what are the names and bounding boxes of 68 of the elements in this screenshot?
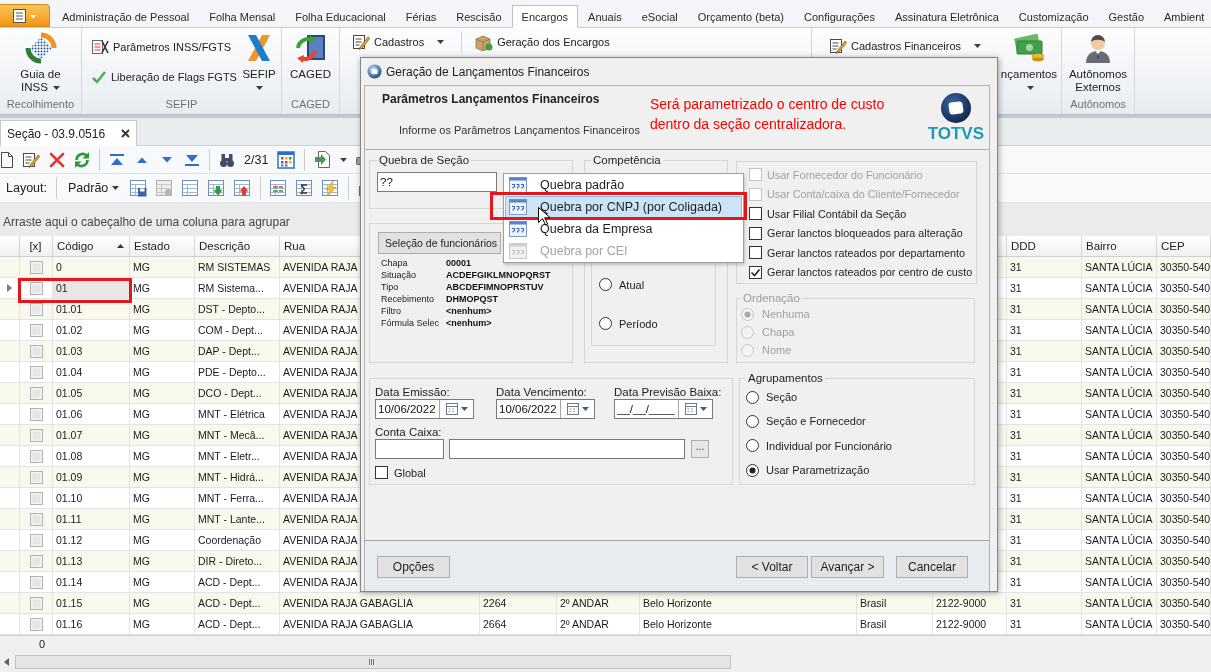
group-title: Competência — [592, 154, 662, 167]
group-label: CAGED — [289, 97, 332, 112]
field-value: 00001 — [446, 257, 473, 269]
toolbar-label: Layout: — [6, 181, 47, 195]
group-title: Agrupamentos — [747, 372, 824, 385]
dialog-subheading: Informe os Parâmetros Lançamentos Financeiros — [399, 124, 641, 137]
summary-value: 0 — [39, 638, 46, 650]
table-cell: 0 — [53, 257, 130, 278]
table-cell: AVENIDA RAJA — [283, 555, 358, 567]
group-label: SEFIP — [164, 97, 199, 112]
table-cell: AVENIDA RAJA — [283, 345, 358, 357]
option-label: Seção — [766, 391, 798, 404]
dialog-heading: Parâmetros Lançamentos Financeiros — [382, 92, 601, 106]
field-value: <nenhum> — [446, 305, 493, 317]
table-cell: AVENIDA RAJA — [283, 450, 358, 462]
group-label: Autônomos — [1069, 97, 1127, 112]
group-label: Recolhimento — [5, 97, 76, 112]
checkbox-label: Gerar lanctos rateados por centro de custo — [767, 266, 973, 279]
table-cell: AVENIDA RAJA — [283, 513, 358, 525]
field-label: Data Vencimento: — [496, 386, 588, 399]
field-label: Recebimento — [381, 293, 436, 305]
group-title: Ordenação — [742, 292, 801, 305]
option-label: Seção e Fornecedor — [766, 415, 866, 428]
field-label: Conta Caixa: — [375, 426, 442, 439]
option-label: Nenhuma — [762, 308, 810, 320]
field-label: Filtro — [381, 305, 402, 317]
field-label: Data Emissão: — [375, 386, 451, 399]
logo-text: TOTVS — [927, 125, 984, 143]
checkbox-label: Usar Filial Contábil da Seção — [767, 207, 907, 220]
table-cell: AVENIDA RAJA GABAGLIA — [283, 597, 413, 609]
checkbox-label: Usar Fornecedor do Funcionário — [767, 168, 923, 181]
field-value: ABCDEFIMNOPRSTUV — [446, 281, 545, 293]
table-cell: AVENIDA RAJA — [283, 408, 358, 420]
checkbox-label: Usar Conta/caixa do Cliente/Fornecedor — [767, 188, 960, 201]
field-label: Data Previsão Baixa: — [614, 386, 723, 399]
table-cell: AVENIDA RAJA GABAGLIA — [283, 618, 413, 630]
checkbox-label: Gerar lanctos bloqueados para alteração — [767, 227, 963, 240]
table-cell: AVENIDA RAJA — [283, 366, 358, 378]
table-cell: AVENIDA RAJA — [283, 429, 358, 441]
table-cell: AVENIDA RAJA — [283, 534, 358, 546]
field-value: <nenhum> — [446, 317, 493, 329]
option-label: Atual — [619, 278, 645, 291]
option-label: Chapa — [762, 326, 795, 338]
table-cell: AVENIDA RAJA — [283, 261, 358, 273]
field-value: ACDEFGIKLMNOPQRST — [446, 269, 552, 281]
table-cell: AVENIDA RAJA — [283, 576, 358, 588]
field-value: DHMOPQST — [446, 293, 499, 305]
table-cell: AVENIDA RAJA — [283, 303, 358, 315]
table-cell: AVENIDA RAJA — [283, 471, 358, 483]
option-label: Nome — [762, 344, 792, 356]
group-title: Quebra de Seção — [378, 154, 471, 167]
checkbox-label: Global — [394, 466, 426, 479]
table-cell: AVENIDA RAJA — [283, 387, 358, 399]
annotation-note: Será parametrizado o centro de custo dentro da seção centralizadora. — [650, 95, 886, 134]
table-cell: AVENIDA RAJA — [283, 282, 358, 294]
checkbox-label: Gerar lanctos rateados por departamento — [767, 246, 966, 259]
table-cell: AVENIDA RAJA — [283, 492, 358, 504]
option-label: Individual por Funcionário — [766, 439, 892, 452]
option-label: Período — [619, 317, 658, 330]
field-label: Situação — [381, 269, 418, 281]
field-label: Tipo — [381, 281, 400, 293]
group-by-hint: Arraste aqui o cabeçalho de uma coluna para agrupar — [3, 214, 290, 229]
field-label: Chapa — [381, 257, 409, 269]
table-cell: AVENIDA RAJA — [283, 324, 358, 336]
option-label: Usar Parametrização — [766, 464, 870, 477]
dialog-title: Geração de Lançamentos Financeiros — [386, 64, 590, 79]
field-label: Fórmula Selec — [381, 317, 441, 329]
record-counter: 2/31 — [244, 152, 269, 167]
